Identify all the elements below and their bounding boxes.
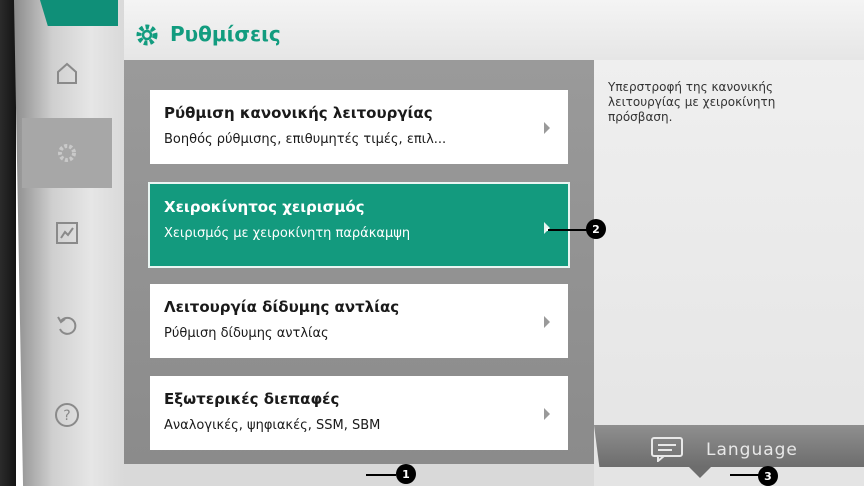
help-text: Υπερστροφή της κανονικής λειτουργίας με … — [608, 80, 776, 124]
chat-icon — [651, 437, 683, 462]
chevron-right-icon — [544, 408, 550, 420]
home-icon — [57, 62, 77, 84]
sidebar-item-home[interactable] — [22, 38, 112, 108]
language-button-pointer — [688, 466, 712, 478]
svg-text:?: ? — [63, 408, 70, 424]
restore-icon — [57, 316, 77, 335]
scroll-indicator — [124, 464, 594, 486]
chevron-right-icon — [544, 316, 550, 328]
callout-line-2 — [548, 229, 588, 231]
chevron-right-icon — [544, 122, 550, 134]
callout-2: 2 — [586, 219, 606, 239]
sidebar-item-help[interactable]: ? — [22, 380, 112, 450]
settings-icon — [58, 144, 76, 162]
menu-item-subtitle: Χειρισμός με χειροκίνητη παράκαμψη — [164, 226, 411, 241]
menu-item-manual-control[interactable]: Χειροκίνητος χειρισμός Χειρισμός με χειρ… — [148, 182, 570, 268]
menu-item-subtitle: Ρύθμιση δίδυμης αντλίας — [164, 326, 329, 341]
menu-item-normal-operation[interactable]: Ρύθμιση κανονικής λειτουργίας Βοηθός ρύθ… — [150, 90, 568, 164]
device-bezel — [0, 0, 16, 486]
callout-1: 1 — [396, 464, 416, 484]
menu-item-title: Χειροκίνητος χειρισμός — [164, 198, 365, 216]
gear-icon — [136, 24, 158, 46]
sidebar-item-restore[interactable] — [22, 290, 112, 360]
help-icon: ? — [55, 403, 79, 427]
language-label: Language — [706, 440, 798, 460]
menu-item-title: Εξωτερικές διεπαφές — [164, 390, 340, 408]
callout-3: 3 — [758, 466, 778, 486]
menu-item-external-interfaces[interactable]: Εξωτερικές διεπαφές Αναλογικές, ψηφιακές… — [150, 376, 568, 450]
callout-line-3 — [730, 474, 760, 476]
menu-item-subtitle: Αναλογικές, ψηφιακές, SSM, SBM — [164, 418, 381, 433]
menu-item-title: Λειτουργία δίδυμης αντλίας — [164, 298, 400, 316]
sidebar-item-diagnostics[interactable] — [22, 198, 112, 268]
callout-line-1 — [366, 474, 396, 476]
sidebar-accent — [40, 0, 118, 26]
menu-item-title: Ρύθμιση κανονικής λειτουργίας — [164, 104, 433, 122]
page-title: Ρυθμίσεις — [170, 22, 281, 46]
diagnostics-icon — [56, 222, 78, 244]
sidebar-item-settings[interactable] — [22, 118, 112, 188]
menu-item-twin-pump[interactable]: Λειτουργία δίδυμης αντλίας Ρύθμιση δίδυμ… — [150, 284, 568, 358]
display-screen: ? Ρυθμίσεις Ρύθμιση κανονικής λειτουργία… — [0, 0, 864, 486]
menu-item-subtitle: Βοηθός ρύθμισης, επιθυμητές τιμές, επιλ.… — [164, 132, 447, 147]
